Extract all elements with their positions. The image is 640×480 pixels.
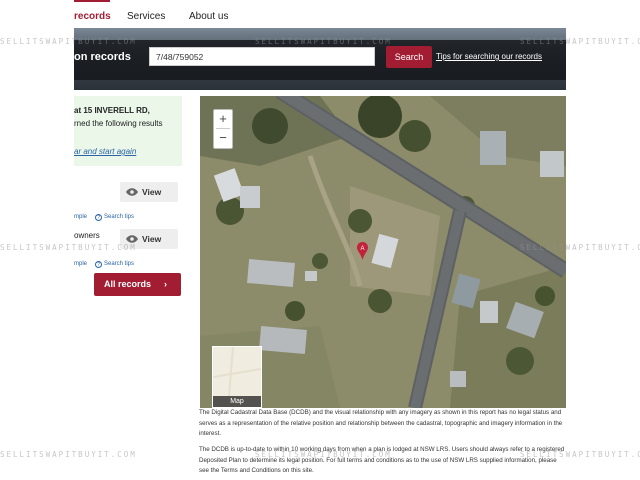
- watermark-text: SELLITSWAPITBUYIT.COM: [255, 37, 392, 46]
- results-summary: rned the following results: [74, 119, 163, 128]
- sample-link-1[interactable]: mple: [74, 214, 87, 220]
- help-icon: ?: [95, 214, 102, 221]
- watermark-text: SELLITSWAPITBUYIT.COM: [520, 37, 640, 46]
- results-info-box: at 15 INVERELL RD, rned the following re…: [74, 96, 182, 166]
- watermark-text: SELLITSWAPITBUYIT.COM: [520, 450, 640, 459]
- location-marker-icon[interactable]: A: [357, 242, 368, 260]
- sample-link-2[interactable]: mple: [74, 261, 87, 267]
- address-heading: at 15 INVERELL RD,: [74, 106, 150, 115]
- watermark-text: SELLITSWAPITBUYIT.COM: [255, 450, 392, 459]
- search-input[interactable]: 7/48/759052: [149, 47, 375, 66]
- zoom-in-button[interactable]: +: [214, 110, 232, 128]
- search-button[interactable]: Search: [386, 46, 432, 68]
- view-button-label: View: [142, 234, 162, 244]
- clear-start-again-link[interactable]: ar and start again: [74, 147, 136, 156]
- all-records-button[interactable]: All records ›: [94, 273, 181, 296]
- active-nav-indicator: [74, 0, 110, 2]
- help-icon: ?: [95, 261, 102, 268]
- banner-title: on records: [74, 51, 131, 63]
- owners-record-label: owners: [74, 231, 100, 240]
- nav-item-about-us[interactable]: About us: [189, 11, 228, 22]
- watermark-text: SELLITSWAPITBUYIT.COM: [520, 243, 640, 252]
- watermark-text: SELLITSWAPITBUYIT.COM: [0, 37, 137, 46]
- chevron-right-icon: ›: [164, 279, 167, 289]
- map-type-label: Map: [213, 396, 261, 407]
- dcdb-disclaimer: The Digital Cadastral Data Base (DCDB) a…: [199, 409, 563, 437]
- map-type-toggle[interactable]: Map: [212, 346, 262, 408]
- map-zoom-control: + −: [213, 109, 233, 149]
- top-nav: records Services About us: [0, 0, 640, 28]
- eye-icon: [126, 235, 138, 243]
- nav-item-records[interactable]: records: [74, 11, 111, 22]
- search-tips-link[interactable]: Tips for searching our records: [436, 52, 542, 61]
- map-thumbnail-icon: [212, 346, 262, 397]
- watermark-text: SELLITSWAPITBUYIT.COM: [0, 243, 137, 252]
- marker-label: A: [360, 246, 364, 252]
- search-tips-link-2[interactable]: Search tips: [104, 261, 134, 267]
- eye-icon: [126, 188, 138, 196]
- nav-item-services[interactable]: Services: [127, 11, 165, 22]
- search-tips-link-1[interactable]: Search tips: [104, 214, 134, 220]
- all-records-label: All records: [104, 279, 152, 289]
- watermark-text: SELLITSWAPITBUYIT.COM: [0, 450, 137, 459]
- view-button-label: View: [142, 187, 162, 197]
- zoom-out-button[interactable]: −: [214, 129, 232, 147]
- view-button-1[interactable]: View: [120, 182, 178, 202]
